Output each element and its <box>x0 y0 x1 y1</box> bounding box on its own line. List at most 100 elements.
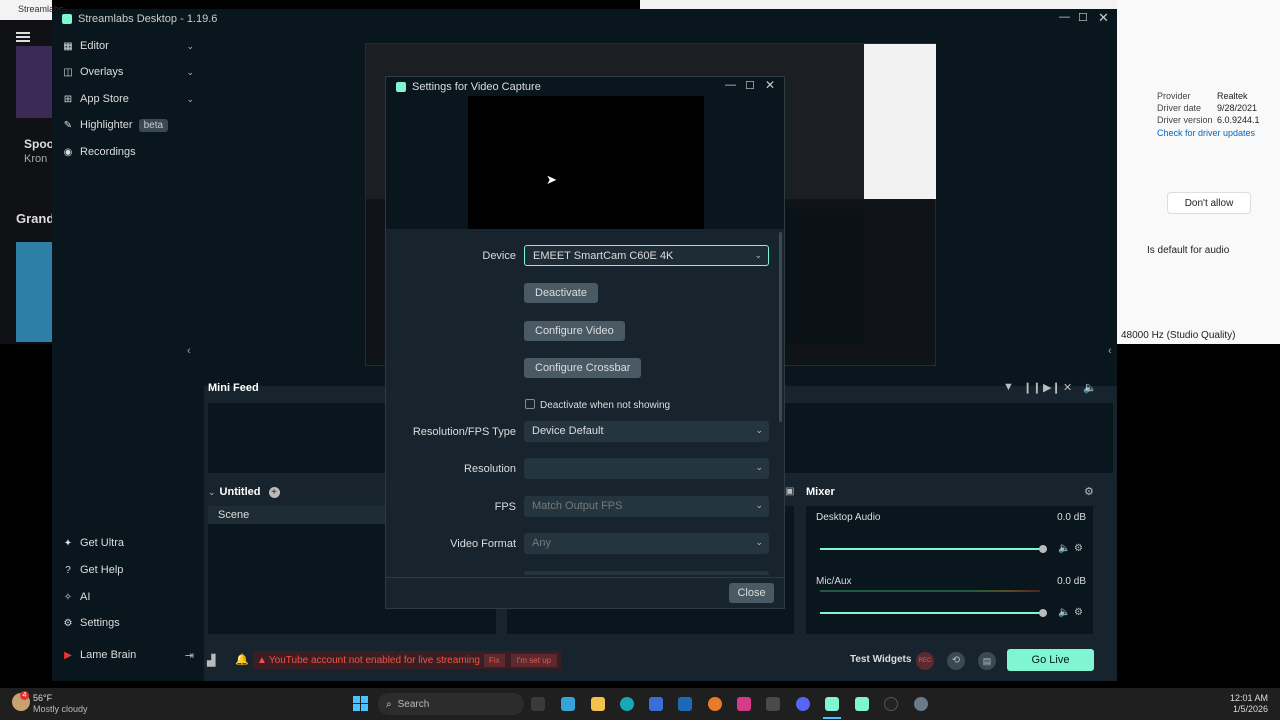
chevron-down-icon: ⌄ <box>208 486 216 497</box>
editor-icon: ▦ <box>63 40 73 52</box>
sidebar-item-label: Overlays <box>80 66 124 78</box>
settings-gear-icon[interactable] <box>914 697 928 711</box>
streamlabs-secondary-icon[interactable] <box>855 697 869 711</box>
taskbar-search[interactable]: ⌕ Search <box>378 693 524 715</box>
mute-alerts-icon[interactable]: ✕ <box>1063 381 1072 394</box>
resolution-select[interactable]: ⌄ <box>524 458 769 479</box>
filter-icon[interactable]: ▼ <box>1003 381 1014 393</box>
beach-thumbnail-image <box>16 242 52 342</box>
copilot-icon[interactable] <box>561 697 575 711</box>
sidebar-item-label: Recordings <box>80 146 136 158</box>
go-live-button[interactable]: Go Live <box>1007 649 1094 671</box>
deactivate-button[interactable]: Deactivate <box>524 283 598 303</box>
discord-icon[interactable] <box>796 697 810 711</box>
streamlabs-taskbar-icon[interactable] <box>825 697 839 711</box>
edge-icon[interactable] <box>620 697 634 711</box>
sidebar-item-overlays[interactable]: ◫ Overlays ⌄ <box>62 61 194 83</box>
replay-buffer-icon[interactable]: ⟲ <box>947 652 965 670</box>
weather-desc: Mostly cloudy <box>33 704 88 714</box>
sidebar-item-settings[interactable]: ⚙ Settings <box>62 612 194 634</box>
resolution-fps-type-select[interactable]: Device Default ⌄ <box>524 421 769 442</box>
sidebar-item-get-help[interactable]: ? Get Help <box>62 559 194 581</box>
dialog-minimize-icon[interactable]: — <box>725 79 736 91</box>
fps-value: Match Output FPS <box>532 500 623 512</box>
scene-collection-header[interactable]: ⌄ Untitled + <box>208 486 280 498</box>
video-format-label: Video Format <box>450 538 516 550</box>
instagram-icon[interactable] <box>737 697 751 711</box>
dialog-maximize-icon[interactable]: ☐ <box>745 79 755 92</box>
clock-time[interactable]: 12:01 AM <box>1220 693 1268 703</box>
add-scene-collection-icon[interactable]: + <box>268 486 280 498</box>
volume-slider[interactable] <box>820 612 1040 614</box>
volume-slider-thumb[interactable] <box>1039 609 1047 617</box>
volume-slider[interactable] <box>820 548 1040 550</box>
store-icon[interactable] <box>649 697 663 711</box>
notifications-icon[interactable]: 🔔 <box>235 653 249 666</box>
dont-allow-button[interactable]: Don't allow <box>1167 192 1251 214</box>
browser-icon[interactable] <box>708 697 722 711</box>
volume-slider-thumb[interactable] <box>1039 545 1047 553</box>
chevron-down-icon: ⌄ <box>186 93 194 104</box>
configure-crossbar-button[interactable]: Configure Crossbar <box>524 358 642 378</box>
speaker-icon[interactable]: 🔈 <box>1058 543 1070 554</box>
collapse-left-icon[interactable]: ‹ <box>187 345 191 357</box>
sources-add-icon[interactable]: ▣ <box>785 486 794 497</box>
deactivate-when-not-showing-checkbox[interactable] <box>525 399 535 409</box>
collapse-right-icon[interactable]: ‹ <box>1108 345 1112 357</box>
fps-select[interactable]: Match Output FPS ⌄ <box>524 496 769 517</box>
device-label: Device <box>482 250 516 262</box>
skip-icon[interactable]: ▶❙ <box>1043 381 1061 394</box>
sidebar-item-highlighter[interactable]: ✎ Highlighter beta <box>62 114 194 136</box>
rec-button[interactable]: REC <box>916 652 934 670</box>
gear-icon[interactable]: ⚙ <box>1074 543 1083 554</box>
hamburger-menu-icon[interactable] <box>16 32 30 34</box>
resolution-fps-type-label: Resolution/FPS Type <box>412 426 516 438</box>
gear-icon[interactable]: ⚙ <box>1074 607 1083 618</box>
provider-label: Provider <box>1157 91 1191 101</box>
configure-video-button[interactable]: Configure Video <box>524 321 625 341</box>
device-select[interactable]: EMEET SmartCam C60E 4K ⌄ <box>524 245 769 266</box>
windows-start-icon[interactable] <box>353 696 368 711</box>
task-view-icon[interactable] <box>531 697 545 711</box>
schedule-icon[interactable]: ▤ <box>978 652 996 670</box>
mixer-settings-icon[interactable]: ⚙ <box>1084 485 1094 498</box>
logout-icon[interactable]: ⇥ <box>185 649 194 662</box>
set-up-button[interactable]: I'm set up <box>510 653 558 667</box>
close-icon[interactable]: ✕ <box>1098 10 1109 26</box>
video-format-select[interactable]: Any ⌄ <box>524 533 769 554</box>
sidebar-item-recordings[interactable]: ◉ Recordings <box>62 141 194 163</box>
clock-date[interactable]: 1/5/2026 <box>1220 704 1268 714</box>
sidebar-item-editor[interactable]: ▦ Editor ⌄ <box>62 35 194 57</box>
sample-rate-select[interactable]: 48000 Hz (Studio Quality) <box>1121 330 1261 341</box>
minimize-icon[interactable]: — <box>1059 11 1070 23</box>
pause-icon[interactable]: ❙❙ <box>1023 381 1041 394</box>
close-button[interactable]: Close <box>729 583 774 603</box>
file-explorer-icon[interactable] <box>591 697 605 711</box>
sidebar-item-ai[interactable]: ✧ AI <box>62 586 194 608</box>
overlays-icon: ◫ <box>63 66 73 78</box>
mixer-panel: Desktop Audio 0.0 dB 🔈 ⚙ Mic/Aux 0.0 dB … <box>806 506 1093 634</box>
app-store-icon: ⊞ <box>63 93 73 105</box>
dialog-scrollbar[interactable] <box>779 232 782 422</box>
video-capture-settings-dialog: Settings for Video Capture — ☐ ✕ ➤ Devic… <box>385 76 785 609</box>
mixer-channel-name: Desktop Audio <box>816 512 881 523</box>
speaker-icon[interactable]: 🔈 <box>1058 607 1070 618</box>
dialog-close-icon[interactable]: ✕ <box>765 78 775 92</box>
check-driver-updates-link[interactable]: Check for driver updates <box>1157 128 1255 138</box>
chevron-down-icon: ⌄ <box>755 500 763 510</box>
sidebar-item-app-store[interactable]: ⊞ App Store ⌄ <box>62 88 194 110</box>
test-widgets-button[interactable]: Test Widgets <box>850 654 911 665</box>
performance-icon[interactable]: ▟ <box>207 654 215 667</box>
next-field-partial <box>524 571 769 575</box>
sidebar-item-account[interactable]: ▶ Lame Brain ⇥ <box>62 644 194 666</box>
sidebar-item-get-ultra[interactable]: ✦ Get Ultra <box>62 532 194 554</box>
video-editor-icon[interactable] <box>766 697 780 711</box>
resolution-fps-type-value: Device Default <box>532 425 604 437</box>
volume-icon[interactable]: 🔈 <box>1083 381 1097 394</box>
fix-button[interactable]: Fix <box>483 653 505 667</box>
recordings-icon: ◉ <box>63 146 73 158</box>
obs-icon[interactable] <box>884 697 898 711</box>
maximize-icon[interactable]: ☐ <box>1078 11 1088 24</box>
outlook-icon[interactable] <box>678 697 692 711</box>
default-audio-select[interactable]: Is default for audio <box>1147 240 1251 262</box>
